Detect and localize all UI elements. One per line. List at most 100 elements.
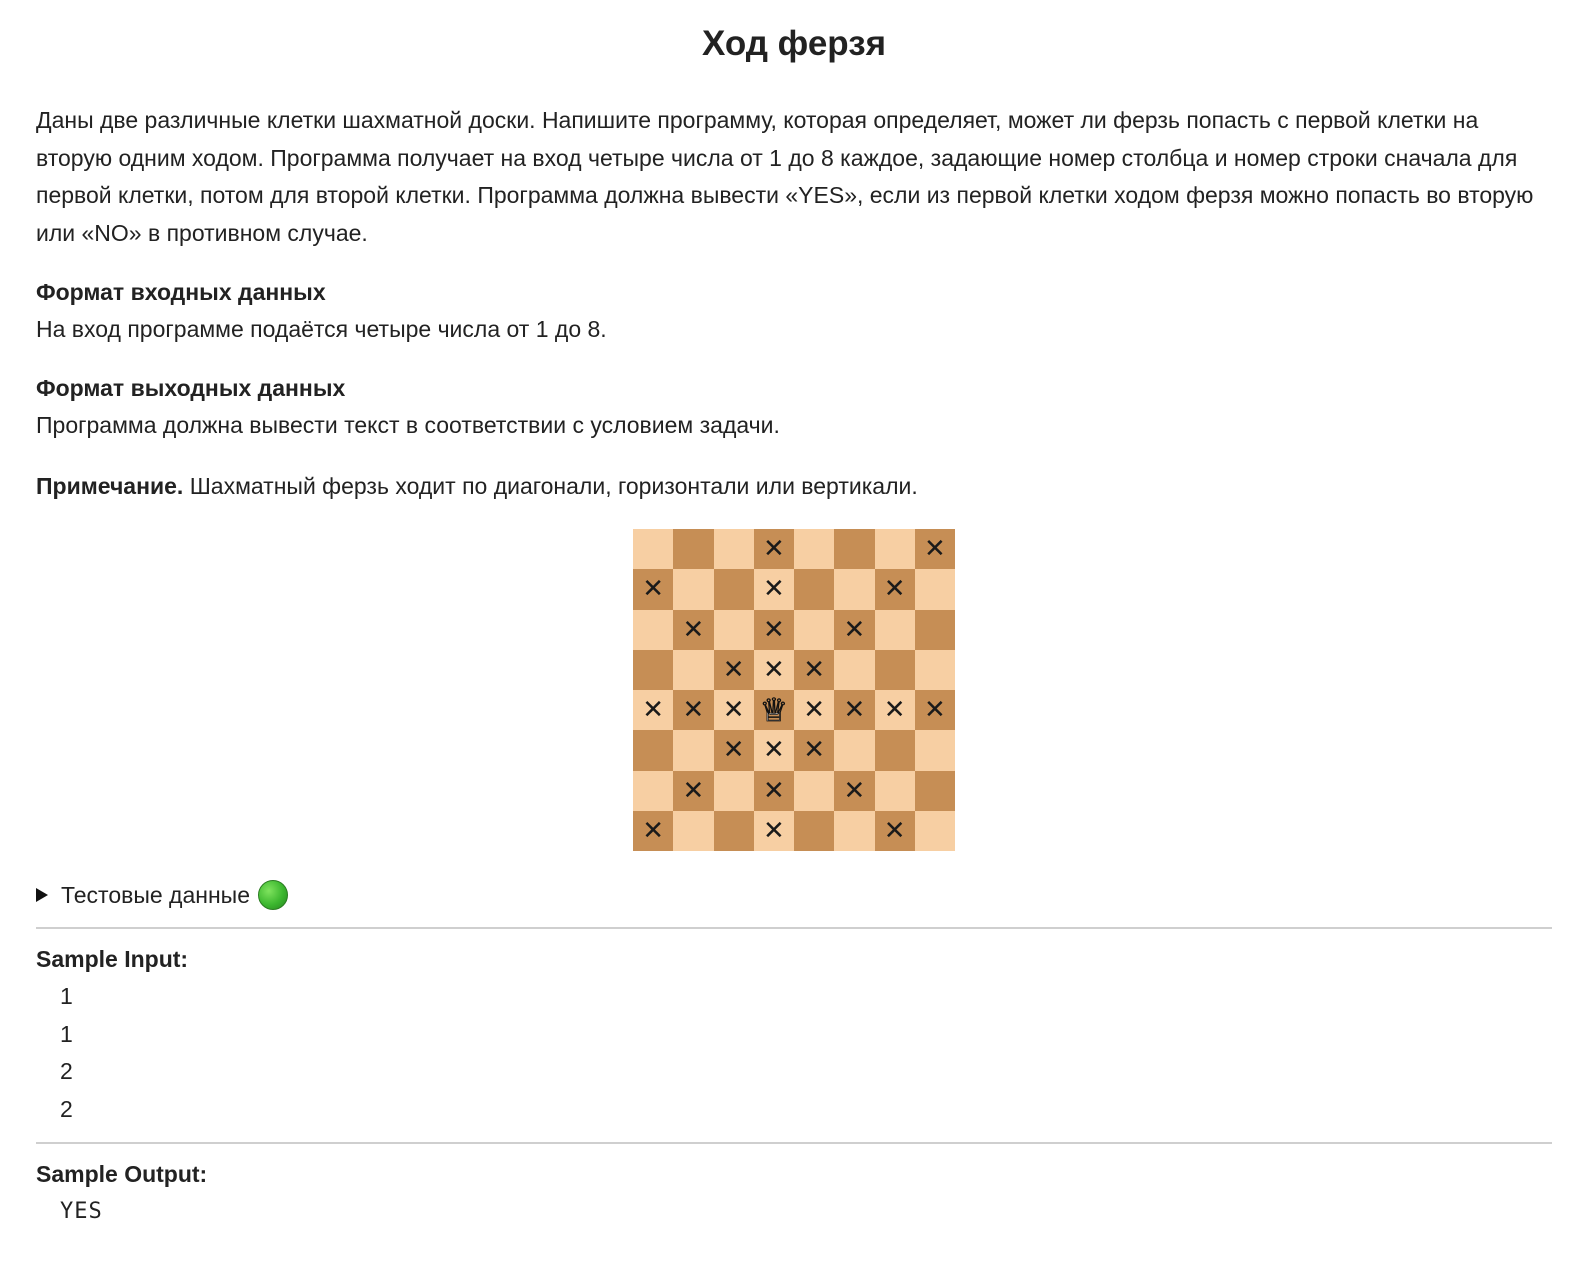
board-square bbox=[914, 569, 955, 610]
attacked-square: ✕ bbox=[753, 649, 794, 690]
board-square bbox=[794, 609, 835, 650]
board-square bbox=[914, 730, 955, 771]
attacked-square: ✕ bbox=[753, 609, 794, 650]
attacked-square: ✕ bbox=[874, 690, 915, 731]
cross-mark-icon: ✕ bbox=[883, 695, 906, 726]
cross-mark-icon: ✕ bbox=[642, 695, 665, 726]
test-data-toggle[interactable]: Тестовые данные bbox=[36, 877, 1552, 913]
board-square bbox=[673, 529, 714, 570]
board-square bbox=[713, 609, 754, 650]
attacked-square: ✕ bbox=[794, 730, 835, 771]
sample-input-line: 2 bbox=[60, 1058, 73, 1084]
board-square bbox=[633, 770, 674, 811]
input-format-section: Формат входных данных На вход программе … bbox=[36, 274, 1552, 348]
attacked-square: ✕ bbox=[673, 770, 714, 811]
attacked-square: ✕ bbox=[753, 770, 794, 811]
test-data-label[interactable]: Тестовые данные bbox=[61, 882, 250, 909]
cross-mark-icon: ✕ bbox=[803, 735, 826, 766]
board-square bbox=[834, 569, 875, 610]
board-square bbox=[874, 770, 915, 811]
cross-mark-icon: ✕ bbox=[762, 614, 785, 645]
note: Примечание. Шахматный ферзь ходит по диа… bbox=[36, 468, 1552, 505]
board-square bbox=[713, 810, 754, 851]
attacked-square: ✕ bbox=[794, 690, 835, 731]
output-format-text: Программа должна вывести текст в соответ… bbox=[36, 412, 780, 438]
board-square bbox=[914, 770, 955, 811]
board-square bbox=[633, 649, 674, 690]
queen-square: ♕ bbox=[753, 690, 794, 731]
problem-page: Ход ферзя Даны две различные клетки шахм… bbox=[36, 20, 1552, 1230]
attacked-square: ✕ bbox=[834, 609, 875, 650]
queen-icon: ♕ bbox=[759, 691, 789, 730]
board-square bbox=[794, 770, 835, 811]
sample-output-heading: Sample Output: bbox=[36, 1161, 208, 1187]
note-text: Шахматный ферзь ходит по диагонали, гори… bbox=[183, 473, 918, 499]
problem-statement: Даны две различные клетки шахматной доск… bbox=[36, 107, 1534, 246]
board-square bbox=[834, 529, 875, 570]
board-square bbox=[673, 649, 714, 690]
cross-mark-icon: ✕ bbox=[722, 695, 745, 726]
cross-mark-icon: ✕ bbox=[722, 735, 745, 766]
board-square bbox=[794, 810, 835, 851]
board-square bbox=[673, 730, 714, 771]
attacked-square: ✕ bbox=[673, 690, 714, 731]
board-square bbox=[874, 609, 915, 650]
divider bbox=[36, 927, 1552, 929]
cross-mark-icon: ✕ bbox=[762, 574, 785, 605]
cross-mark-icon: ✕ bbox=[883, 815, 906, 846]
attacked-square: ✕ bbox=[874, 810, 915, 851]
chessboard: ✕ ✕ ✕ ✕ ✕ ✕ ✕ ✕ ✕ ✕ ✕ ✕ ✕ ✕ ♕ ✕ ✕ ✕ ✕ ✕ ✕ ✕ ✕ ✕ ✕ ✕ ✕ ✕ bbox=[633, 529, 955, 851]
sample-output-line: YES bbox=[60, 1199, 103, 1224]
cross-mark-icon: ✕ bbox=[642, 574, 665, 605]
board-square bbox=[794, 569, 835, 610]
sample-input-line: 2 bbox=[60, 1095, 73, 1122]
attacked-square: ✕ bbox=[673, 609, 714, 650]
board-square bbox=[794, 529, 835, 570]
board-square bbox=[914, 810, 955, 851]
note-label: Примечание. bbox=[36, 473, 184, 499]
attacked-square: ✕ bbox=[633, 690, 674, 731]
board-square bbox=[874, 649, 915, 690]
page-title: Ход ферзя bbox=[701, 24, 887, 63]
attacked-square: ✕ bbox=[914, 690, 955, 731]
board-square bbox=[834, 649, 875, 690]
attacked-square: ✕ bbox=[713, 730, 754, 771]
output-format-section: Формат выходных данных Программа должна … bbox=[36, 370, 1552, 444]
output-format-heading: Формат выходных данных bbox=[36, 375, 346, 401]
board-square bbox=[914, 649, 955, 690]
cross-mark-icon: ✕ bbox=[682, 614, 705, 645]
attacked-square: ✕ bbox=[753, 529, 794, 570]
attacked-square: ✕ bbox=[713, 690, 754, 731]
cross-mark-icon: ✕ bbox=[803, 695, 826, 726]
cross-mark-icon: ✕ bbox=[883, 574, 906, 605]
attacked-square: ✕ bbox=[753, 569, 794, 610]
board-square bbox=[673, 569, 714, 610]
attacked-square: ✕ bbox=[633, 569, 674, 610]
cross-mark-icon: ✕ bbox=[843, 695, 866, 726]
attacked-square: ✕ bbox=[753, 730, 794, 771]
board-square bbox=[834, 730, 875, 771]
input-format-heading: Формат входных данных bbox=[36, 279, 326, 305]
sample-input-block: 1 1 2 2 bbox=[36, 978, 1552, 1128]
sample-output-block: YES bbox=[36, 1193, 1552, 1230]
board-square bbox=[874, 730, 915, 771]
attacked-square: ✕ bbox=[834, 690, 875, 731]
sample-input-line: 1 bbox=[60, 983, 73, 1009]
board-square bbox=[713, 569, 754, 610]
cross-mark-icon: ✕ bbox=[642, 815, 665, 846]
input-format-text: На вход программе подаётся четыре числа … bbox=[36, 316, 607, 342]
disclosure-triangle-icon[interactable] bbox=[36, 888, 48, 902]
green-circle-icon bbox=[258, 880, 288, 910]
chessboard-figure: ✕ ✕ ✕ ✕ ✕ ✕ ✕ ✕ ✕ ✕ ✕ ✕ ✕ ✕ ♕ ✕ ✕ ✕ ✕ ✕ ✕ ✕ ✕ ✕ ✕ ✕ ✕ ✕ bbox=[36, 529, 1552, 851]
cross-mark-icon: ✕ bbox=[923, 695, 946, 726]
cross-mark-icon: ✕ bbox=[762, 775, 785, 806]
cross-mark-icon: ✕ bbox=[843, 775, 866, 806]
attacked-square: ✕ bbox=[874, 569, 915, 610]
attacked-square: ✕ bbox=[713, 649, 754, 690]
attacked-square: ✕ bbox=[834, 770, 875, 811]
cross-mark-icon: ✕ bbox=[722, 654, 745, 685]
board-square bbox=[914, 609, 955, 650]
board-square bbox=[834, 810, 875, 851]
cross-mark-icon: ✕ bbox=[843, 614, 866, 645]
cross-mark-icon: ✕ bbox=[923, 534, 946, 565]
